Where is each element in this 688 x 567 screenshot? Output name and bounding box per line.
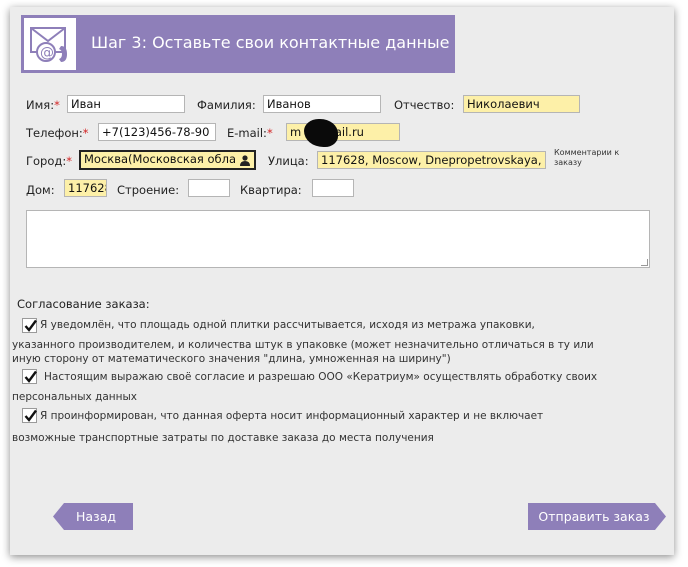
last-name-label: Фамилия: — [197, 98, 256, 112]
svg-text:@: @ — [40, 45, 54, 61]
street-field[interactable]: 117628, Moscow, Dnepropetrovskaya, — [317, 151, 546, 169]
comment-hint: Комментарии к заказу — [554, 148, 620, 167]
logo: @ — [21, 15, 79, 73]
submit-order-button[interactable]: Отправить заказ — [528, 503, 666, 530]
comment-textarea[interactable] — [26, 210, 650, 268]
apartment-field[interactable] — [312, 179, 354, 197]
city-field[interactable]: Москва(Московская обла — [79, 150, 256, 170]
agreement-title: Согласование заказа: — [17, 297, 150, 311]
resize-handle-icon[interactable] — [641, 259, 648, 266]
first-name-label: Имя:* — [26, 98, 60, 112]
city-label: Город:* — [26, 154, 72, 168]
last-name-field[interactable]: Иванов — [263, 95, 381, 113]
mail-at-phone-icon: @ — [30, 27, 67, 62]
redaction-mark — [304, 119, 338, 147]
building-field[interactable] — [188, 179, 230, 197]
agreement-3-line-2: возможные транспортные затраты по достав… — [12, 432, 434, 444]
contact-autofill-icon[interactable] — [239, 154, 251, 166]
apartment-label: Квартира: — [240, 183, 302, 197]
agreement-1-line-3: иную сторону от математического значения… — [12, 353, 451, 365]
agreement-checkbox-2[interactable] — [22, 369, 37, 384]
agreement-1-line-1: Я уведомлён, что площадь одной плитки ра… — [40, 319, 535, 331]
page-title: Шаг 3: Оставьте свои контактные данные — [91, 33, 450, 52]
agreement-checkbox-1[interactable] — [22, 318, 37, 333]
phone-field[interactable]: +7(123)456-78-90 — [98, 123, 216, 141]
house-label: Дом: — [26, 183, 55, 197]
agreement-2-line-1: Настоящим выражаю своё согласие и разреш… — [44, 371, 598, 383]
first-name-field[interactable]: Иван — [67, 95, 185, 113]
street-label: Улица: — [268, 154, 309, 168]
phone-label: Телефон:* — [26, 126, 89, 140]
patronymic-label: Отчество: — [394, 98, 455, 112]
agreement-3-line-1: Я проинформирован, что данная оферта нос… — [40, 410, 544, 422]
agreement-1-line-2: указанного производителем, и количества … — [12, 339, 594, 351]
city-field-value: Москва(Московская обла — [84, 152, 236, 166]
building-label: Строение: — [117, 183, 180, 197]
checkmark-icon — [24, 319, 37, 332]
house-field[interactable]: 117628 — [64, 179, 107, 197]
order-form-window: @ Шаг 3: Оставьте свои контактные данные… — [10, 7, 674, 555]
checkmark-icon — [24, 409, 37, 422]
patronymic-field[interactable]: Николаевич — [463, 95, 580, 113]
agreement-checkbox-3[interactable] — [22, 408, 37, 423]
step-header: @ Шаг 3: Оставьте свои контактные данные — [21, 15, 455, 73]
agreement-2-line-2: персональных данных — [12, 391, 138, 403]
email-label: E-mail:* — [227, 126, 273, 140]
checkmark-icon — [24, 370, 37, 383]
back-button[interactable]: Назад — [53, 503, 133, 530]
